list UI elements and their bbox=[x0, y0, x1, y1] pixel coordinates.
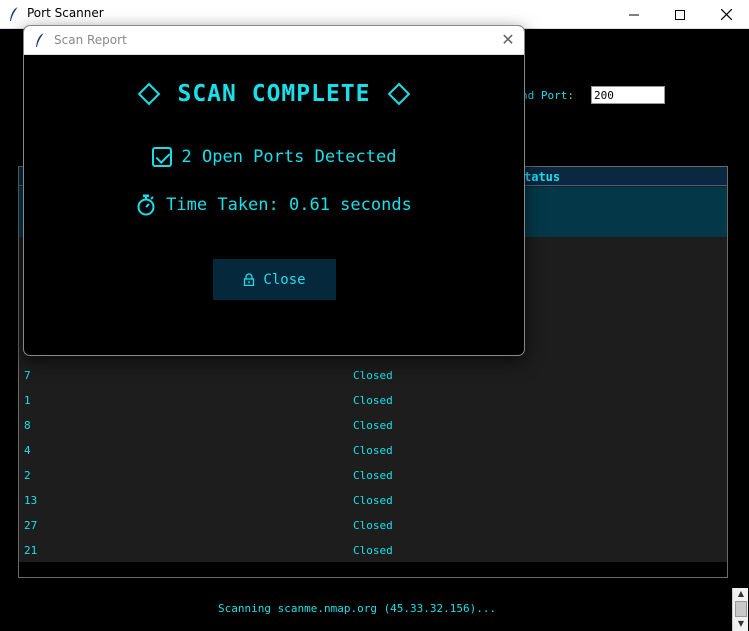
close-window-button[interactable] bbox=[703, 0, 749, 29]
maximize-button[interactable] bbox=[657, 0, 703, 29]
time-taken-row: Time Taken: 0.61 seconds bbox=[24, 193, 524, 217]
status-cell: Closed bbox=[353, 444, 393, 457]
minimize-button[interactable] bbox=[611, 0, 657, 29]
port-cell: 21 bbox=[24, 544, 38, 557]
scroll-up-icon[interactable]: ▲ bbox=[735, 589, 747, 599]
table-rows: 7 Closed 1 Closed 8 Closed 4 Closed 2 Closed … bbox=[19, 363, 727, 563]
dialog-titlebar: Scan Report ✕ bbox=[24, 26, 524, 55]
heading-row: SCAN COMPLETE bbox=[24, 78, 524, 110]
table-row[interactable]: 4 Closed bbox=[19, 438, 727, 463]
lock-icon bbox=[244, 273, 255, 286]
end-port-label: nd Port: bbox=[521, 89, 574, 102]
window-title: Port Scanner bbox=[27, 6, 104, 20]
port-cell: 27 bbox=[24, 519, 38, 532]
table-row[interactable]: 21 Closed bbox=[19, 538, 727, 563]
diamond-icon bbox=[387, 82, 410, 106]
port-cell: 4 bbox=[24, 444, 31, 457]
open-ports-row: 2 Open Ports Detected bbox=[24, 145, 524, 169]
scroll-thumb[interactable] bbox=[735, 601, 747, 617]
status-column-header[interactable]: tatus bbox=[524, 170, 560, 184]
stopwatch-icon bbox=[137, 194, 155, 216]
status-cell: Closed bbox=[353, 419, 393, 432]
close-button-label: Close bbox=[263, 271, 306, 288]
close-icon bbox=[720, 9, 732, 20]
port-cell: 7 bbox=[24, 369, 31, 382]
diamond-icon bbox=[138, 82, 161, 106]
status-cell: Closed bbox=[353, 369, 393, 382]
time-taken-text: Time Taken: 0.61 seconds bbox=[166, 195, 412, 215]
status-cell: Closed bbox=[353, 519, 393, 532]
table-row[interactable]: 2 Closed bbox=[19, 463, 727, 488]
table-row[interactable]: 7 Closed bbox=[19, 363, 727, 388]
open-ports-text: 2 Open Ports Detected bbox=[181, 147, 397, 167]
table-row[interactable]: 13 Closed bbox=[19, 488, 727, 513]
feather-icon bbox=[10, 6, 19, 21]
status-cell: Closed bbox=[353, 469, 393, 482]
log-scrollbar[interactable]: ▲ ▼ bbox=[732, 588, 748, 631]
feather-icon bbox=[36, 32, 45, 47]
table-row[interactable]: 27 Closed bbox=[19, 513, 727, 538]
port-cell: 1 bbox=[24, 394, 31, 407]
checkbox-icon bbox=[151, 147, 172, 167]
status-cell: Closed bbox=[353, 394, 393, 407]
status-cell: Closed bbox=[353, 544, 393, 557]
dialog-close-icon[interactable]: ✕ bbox=[498, 30, 518, 50]
end-port-input[interactable] bbox=[591, 86, 665, 104]
minimize-icon bbox=[629, 14, 639, 15]
scan-report-dialog: Scan Report ✕ SCAN COMPLETE 2 Open Ports… bbox=[23, 25, 525, 356]
close-button[interactable]: Close bbox=[213, 259, 336, 300]
port-cell: 2 bbox=[24, 469, 31, 482]
scroll-down-icon[interactable]: ▼ bbox=[735, 619, 747, 629]
maximize-icon bbox=[675, 9, 685, 20]
table-horizontal-scroll-area[interactable] bbox=[19, 562, 727, 577]
status-cell: Closed bbox=[353, 494, 393, 507]
dialog-title: Scan Report bbox=[54, 33, 127, 47]
scan-status-text: Scanning scanme.nmap.org (45.33.32.156).… bbox=[218, 602, 497, 615]
port-cell: 13 bbox=[24, 494, 38, 507]
scan-complete-heading: SCAN COMPLETE bbox=[177, 81, 371, 107]
table-row[interactable]: 1 Closed bbox=[19, 388, 727, 413]
table-row[interactable]: 8 Closed bbox=[19, 413, 727, 438]
port-cell: 8 bbox=[24, 419, 31, 432]
